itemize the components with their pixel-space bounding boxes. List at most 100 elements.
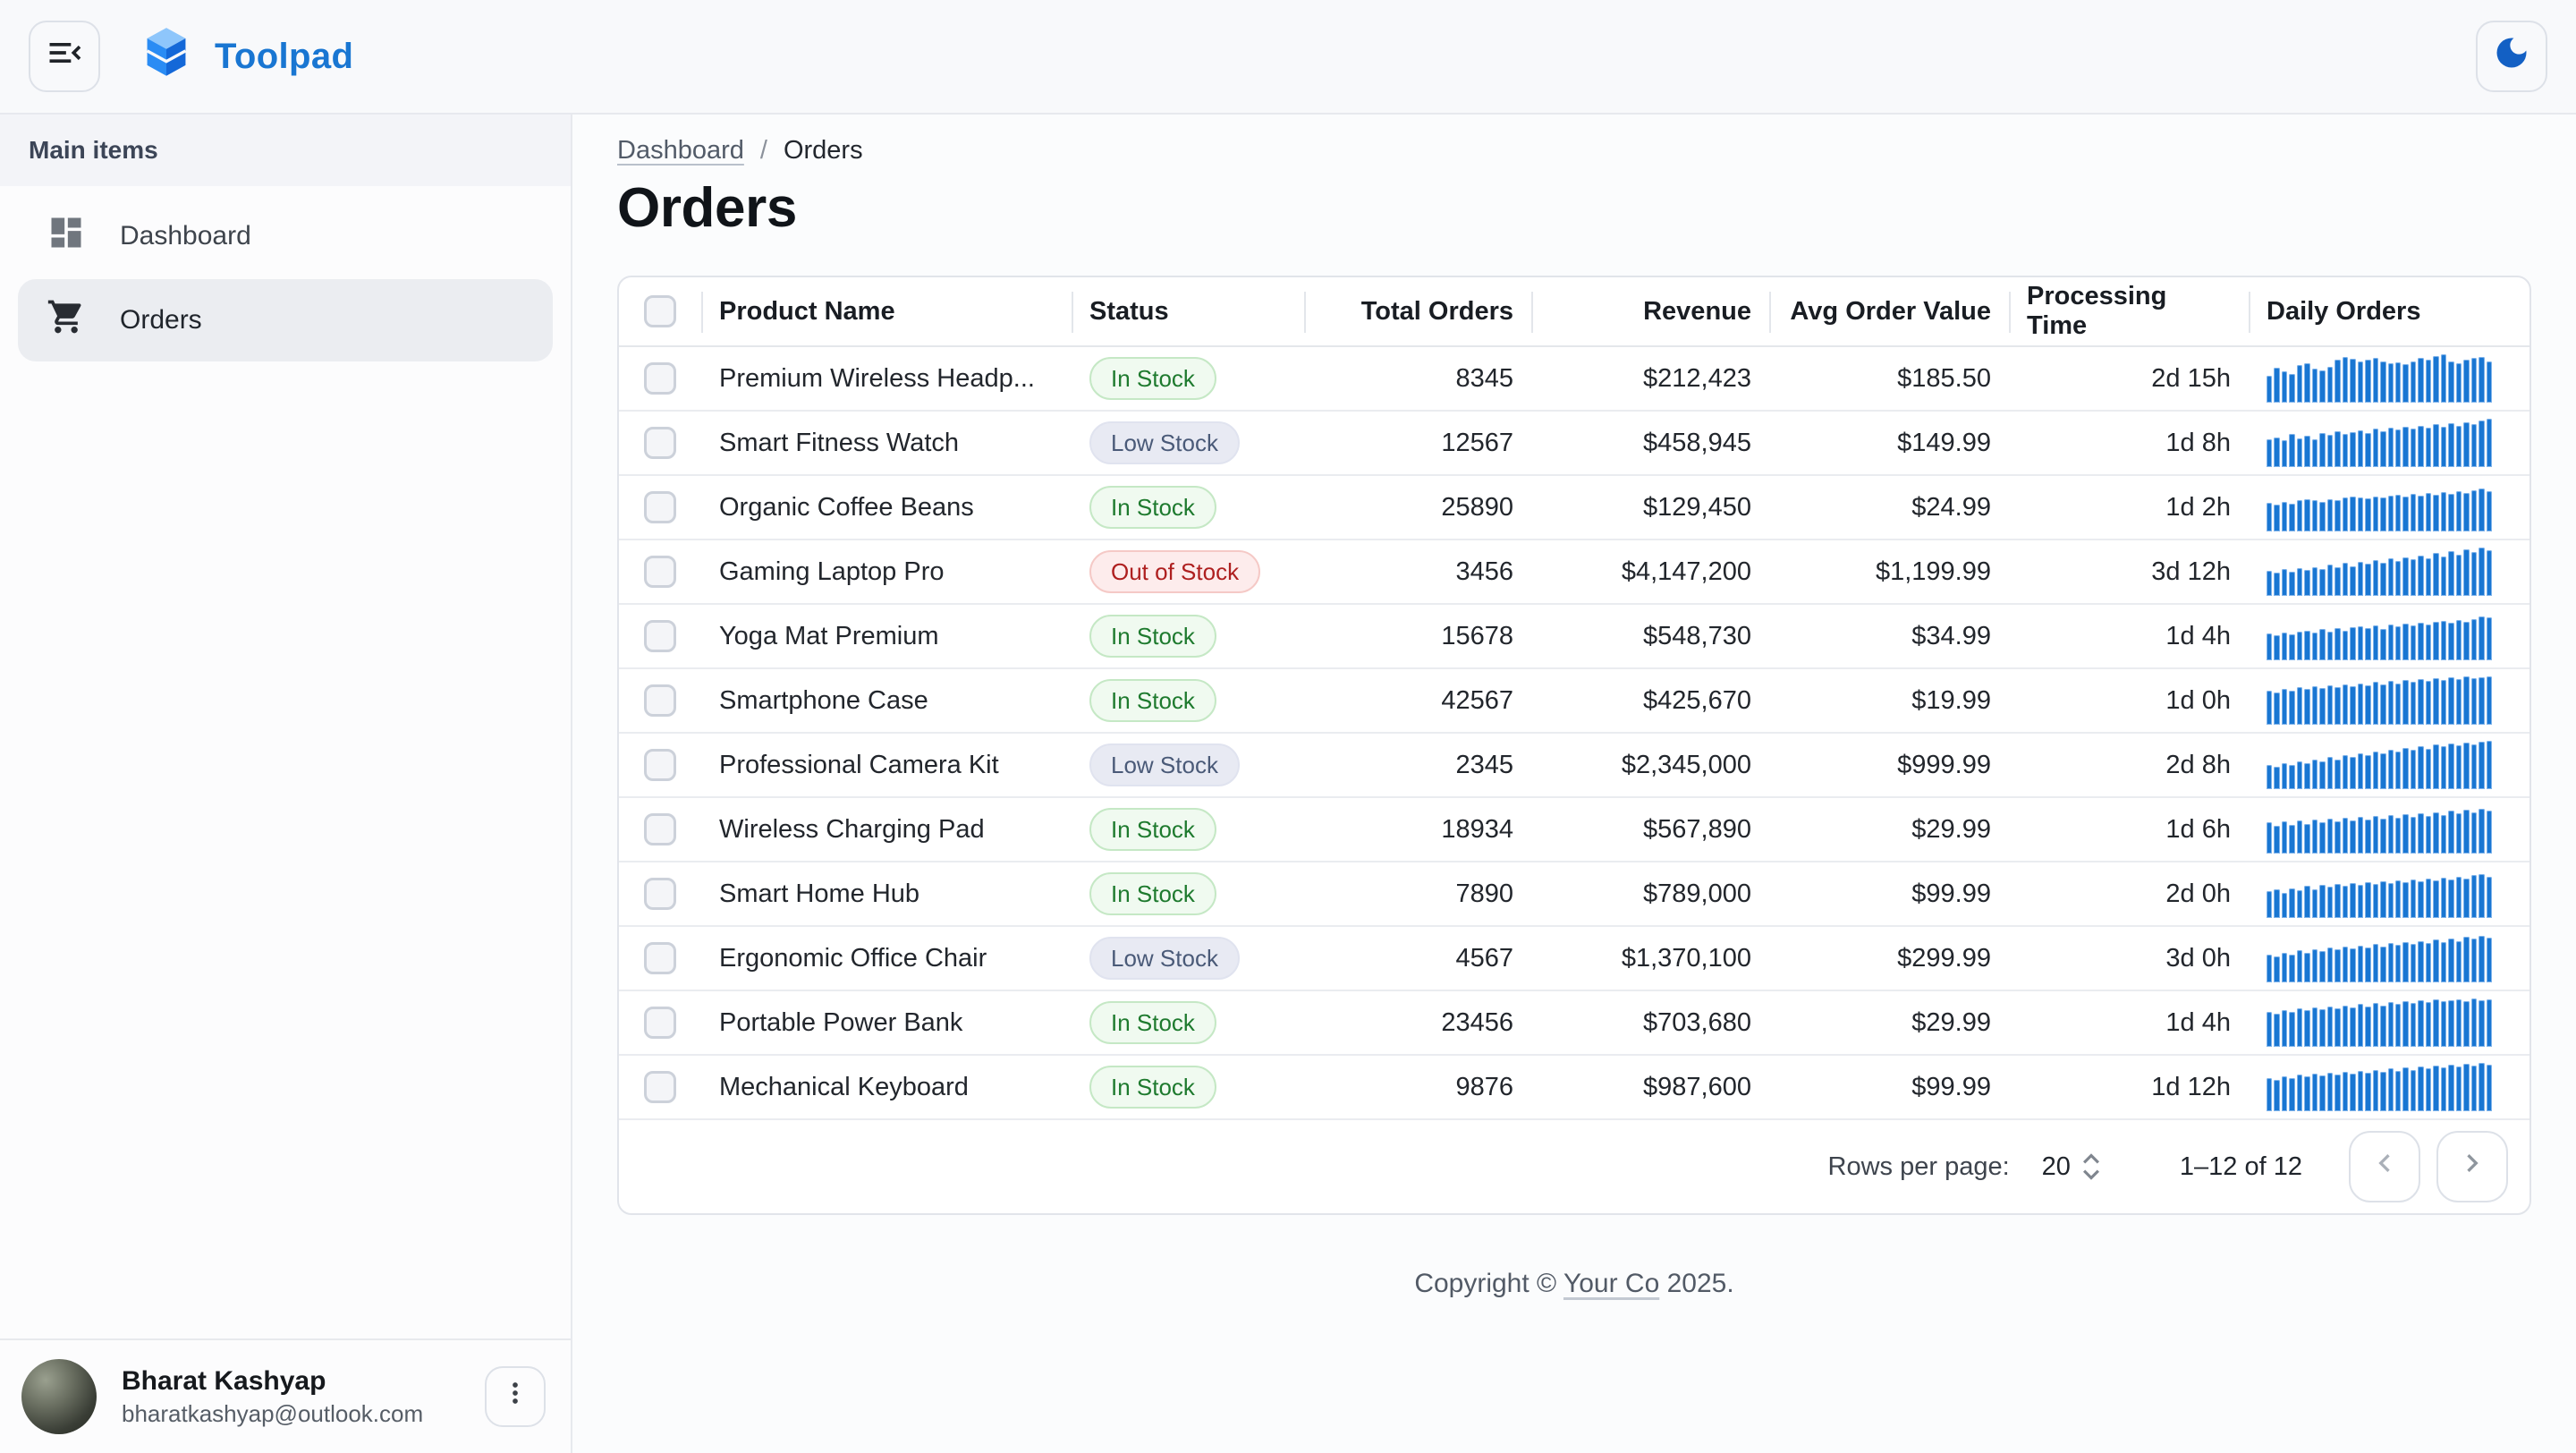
table-row[interactable]: Smart Home Hub In Stock 7890 $789,000 $9… [619,862,2529,927]
breadcrumb-dashboard-link[interactable]: Dashboard [617,136,744,166]
row-checkbox[interactable] [644,1071,676,1103]
rows-per-page-value[interactable]: 20 [2042,1152,2071,1182]
sidebar: Main items Dashboard Orders [0,115,572,1453]
row-checkbox[interactable] [644,813,676,845]
brand[interactable]: Toolpad [140,26,353,87]
cell-avg-order-value: $299.99 [1769,944,2009,973]
column-header-processing-time[interactable]: Processing Time [2009,277,2249,345]
cell-avg-order-value: $99.99 [1769,879,2009,909]
table-row[interactable]: Portable Power Bank In Stock 23456 $703,… [619,991,2529,1056]
company-link[interactable]: Your Co [1563,1269,1659,1298]
column-header-avg-order-value[interactable]: Avg Order Value [1769,277,2009,345]
sidebar-item-dashboard[interactable]: Dashboard [18,195,553,277]
sidebar-item-label: Dashboard [120,221,251,251]
row-checkbox[interactable] [644,878,676,910]
user-email: bharatkashyap@outlook.com [122,1398,485,1429]
cell-status: In Stock [1072,486,1304,529]
cell-total-orders: 15678 [1304,622,1531,651]
table-row[interactable]: Wireless Charging Pad In Stock 18934 $56… [619,798,2529,862]
avatar[interactable] [21,1359,97,1434]
row-checkbox[interactable] [644,749,676,781]
status-badge: In Stock [1089,357,1216,400]
collapse-sidebar-button[interactable] [29,21,100,92]
table-body: Premium Wireless Headp... In Stock 8345 … [619,347,2529,1120]
next-page-button[interactable] [2436,1131,2508,1202]
chevron-left-icon [2367,1145,2402,1188]
table-row[interactable]: Smart Fitness Watch Low Stock 12567 $458… [619,412,2529,476]
row-checkbox[interactable] [644,427,676,459]
cell-status: Low Stock [1072,421,1304,464]
chevron-right-icon [2454,1145,2490,1188]
cell-status: In Stock [1072,808,1304,851]
daily-orders-sparkline [2267,934,2492,982]
cell-processing-time: 1d 6h [2009,815,2249,845]
select-all-checkbox[interactable] [644,295,676,327]
status-badge: In Stock [1089,486,1216,529]
row-checkbox[interactable] [644,684,676,717]
daily-orders-sparkline [2267,354,2492,403]
status-badge: In Stock [1089,1066,1216,1109]
sidebar-item-orders[interactable]: Orders [18,279,553,361]
cell-revenue: $987,600 [1531,1073,1769,1102]
cell-product-name: Ergonomic Office Chair [701,944,1072,973]
cell-avg-order-value: $185.50 [1769,364,2009,394]
status-badge: Low Stock [1089,743,1240,786]
table-row[interactable]: Mechanical Keyboard In Stock 9876 $987,6… [619,1056,2529,1120]
table-row[interactable]: Organic Coffee Beans In Stock 25890 $129… [619,476,2529,540]
pagination-range: 1–12 of 12 [2180,1152,2302,1182]
kebab-menu-icon [499,1377,531,1416]
top-app-bar: Toolpad [0,0,2576,115]
table-row[interactable]: Gaming Laptop Pro Out of Stock 3456 $4,1… [619,540,2529,605]
table-row[interactable]: Yoga Mat Premium In Stock 15678 $548,730… [619,605,2529,669]
dashboard-icon [47,213,86,259]
user-menu-button[interactable] [485,1366,546,1427]
cell-revenue: $548,730 [1531,622,1769,651]
row-checkbox[interactable] [644,362,676,395]
cell-processing-time: 3d 0h [2009,944,2249,973]
rows-per-page-stepper-icon[interactable] [2081,1152,2101,1181]
app-title: Toolpad [215,37,353,77]
status-badge: Low Stock [1089,421,1240,464]
cell-daily-orders [2249,676,2531,725]
previous-page-button[interactable] [2349,1131,2420,1202]
theme-toggle-button[interactable] [2476,21,2547,92]
table-row[interactable]: Professional Camera Kit Low Stock 2345 $… [619,734,2529,798]
cell-total-orders: 23456 [1304,1008,1531,1038]
row-checkbox[interactable] [644,556,676,588]
row-checkbox[interactable] [644,491,676,523]
cell-total-orders: 4567 [1304,944,1531,973]
table-row[interactable]: Premium Wireless Headp... In Stock 8345 … [619,347,2529,412]
cell-total-orders: 42567 [1304,686,1531,716]
cell-revenue: $458,945 [1531,429,1769,458]
column-header-total-orders[interactable]: Total Orders [1304,277,1531,345]
cell-daily-orders [2249,419,2531,467]
table-row[interactable]: Ergonomic Office Chair Low Stock 4567 $1… [619,927,2529,991]
sidebar-item-label: Orders [120,305,202,336]
table-row[interactable]: Smartphone Case In Stock 42567 $425,670 … [619,669,2529,734]
cell-processing-time: 2d 15h [2009,364,2249,394]
cell-product-name: Yoga Mat Premium [701,622,1072,651]
column-header-revenue[interactable]: Revenue [1531,277,1769,345]
cell-daily-orders [2249,998,2531,1047]
row-checkbox[interactable] [644,620,676,652]
cell-total-orders: 25890 [1304,493,1531,523]
row-checkbox[interactable] [644,942,676,974]
cell-daily-orders [2249,548,2531,596]
daily-orders-sparkline [2267,998,2492,1047]
cell-revenue: $567,890 [1531,815,1769,845]
daily-orders-sparkline [2267,676,2492,725]
cell-product-name: Organic Coffee Beans [701,493,1072,523]
cell-status: Low Stock [1072,937,1304,980]
column-header-status[interactable]: Status [1072,277,1304,345]
column-header-product-name[interactable]: Product Name [701,277,1072,345]
cell-total-orders: 8345 [1304,364,1531,394]
page-title: Orders [617,176,2531,240]
cell-avg-order-value: $99.99 [1769,1073,2009,1102]
breadcrumb-separator: / [760,136,767,166]
status-badge: In Stock [1089,615,1216,658]
cell-revenue: $212,423 [1531,364,1769,394]
daily-orders-sparkline [2267,612,2492,660]
row-checkbox[interactable] [644,1007,676,1039]
table-header-row: Product Name Status Total Orders Revenue… [619,277,2529,347]
column-header-daily-orders[interactable]: Daily Orders [2249,277,2531,345]
